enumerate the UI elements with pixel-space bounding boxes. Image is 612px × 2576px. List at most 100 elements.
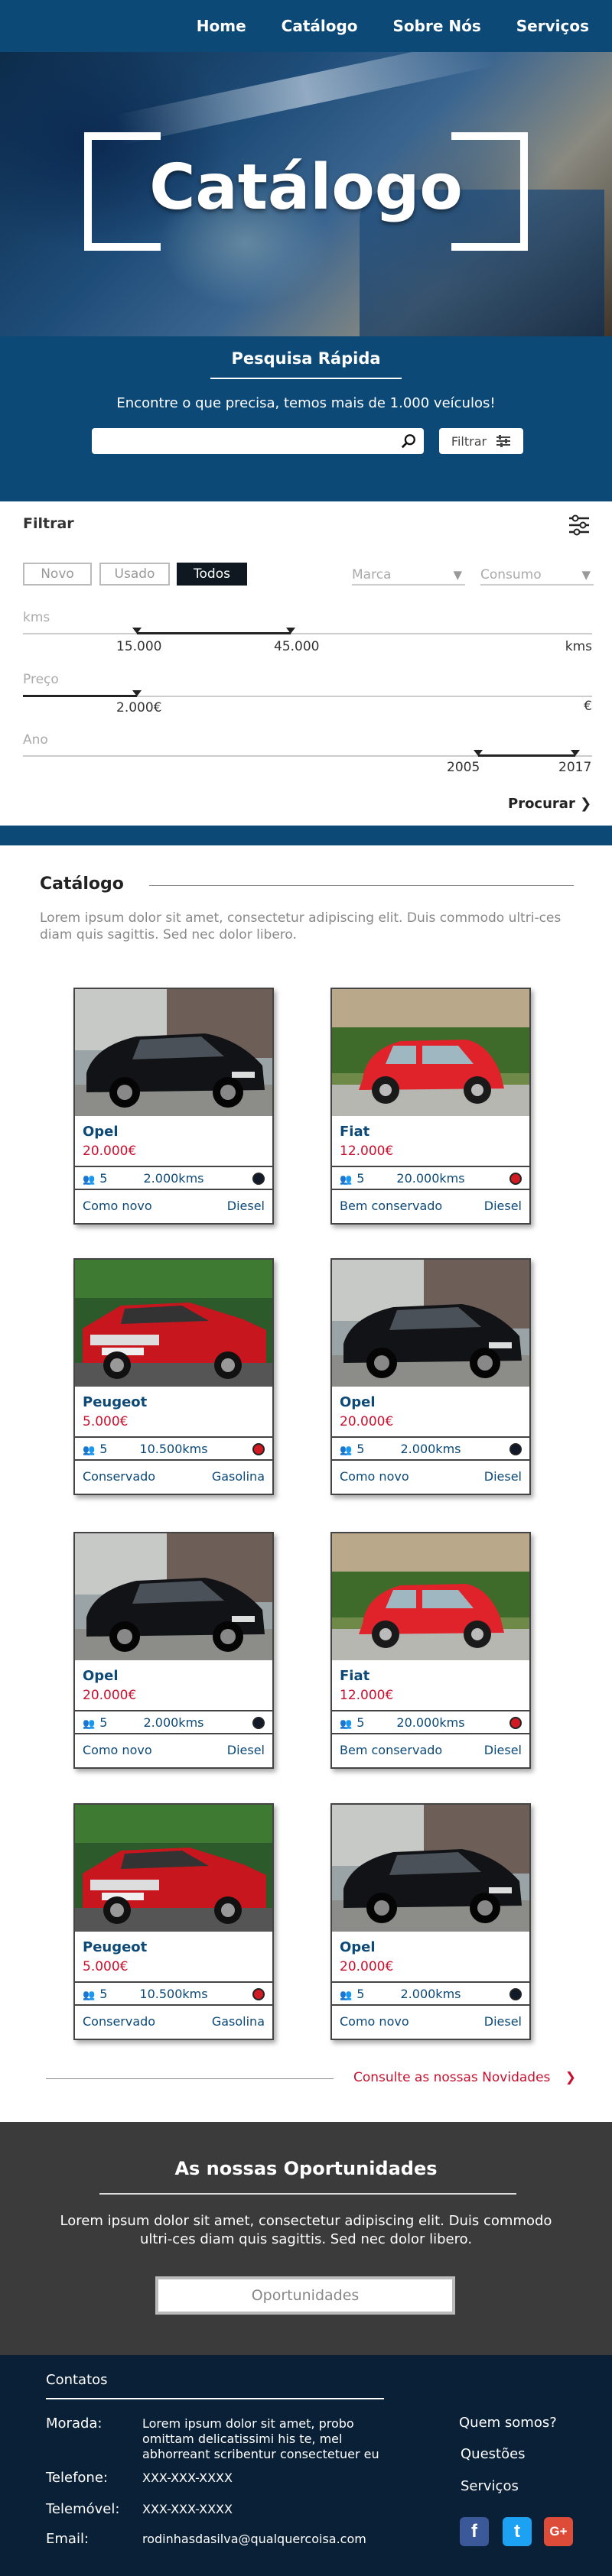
footer-link-servicos[interactable]: Serviços [461, 2478, 519, 2494]
kms-range-handle-max[interactable] [285, 628, 295, 634]
footer-link-quem-somos[interactable]: Quem somos? [459, 2415, 557, 2431]
telemovel-value: XXX-XXX-XXXX [142, 2502, 233, 2516]
quick-search-divider [210, 378, 402, 379]
car-fuel: Diesel [483, 1743, 522, 1757]
car-photo[interactable] [75, 1805, 272, 1932]
car-price: 12.000€ [340, 1688, 394, 1703]
consumo-dropdown-label: Consumo [480, 567, 542, 582]
car-color-swatch [509, 1173, 522, 1185]
ano-range-fill [478, 754, 575, 757]
car-fuel: Diesel [226, 1199, 265, 1213]
google-plus-icon[interactable]: G+ [544, 2517, 573, 2546]
search-icon[interactable] [400, 433, 417, 449]
car-photo[interactable] [75, 1533, 272, 1660]
segment-todos[interactable]: Todos [177, 563, 247, 586]
car-specs: 👥 5 10.500kms [75, 1981, 272, 2006]
nav-catalogo[interactable]: Catálogo [282, 17, 358, 35]
preco-range-label: Preço [23, 672, 59, 687]
novidades-link[interactable]: Consulte as nossas Novidades ❯ [353, 2070, 576, 2085]
quick-filter-label: Filtrar [451, 433, 487, 449]
car-kms: 10.500kms [139, 1987, 208, 2001]
car-fuel: Diesel [483, 2014, 522, 2029]
ano-range-max-value: 2017 [558, 760, 592, 775]
car-photo[interactable] [332, 1260, 529, 1387]
car-brand: Fiat [340, 1124, 370, 1140]
car-photo[interactable] [75, 1260, 272, 1387]
twitter-icon[interactable]: t [503, 2517, 532, 2546]
car-photo[interactable] [332, 989, 529, 1116]
car-price: 20.000€ [83, 1688, 137, 1703]
car-price: 5.000€ [83, 1959, 129, 1974]
car-color-swatch [252, 1173, 265, 1185]
ano-range-handle-min[interactable] [474, 750, 483, 756]
car-photo[interactable] [332, 1533, 529, 1660]
kms-range-label: kms [23, 610, 50, 625]
nav-servicos[interactable]: Serviços [516, 17, 589, 35]
car-fuel: Gasolina [211, 2014, 265, 2029]
quick-filter-button[interactable]: Filtrar [439, 428, 523, 454]
car-card[interactable]: Fiat 12.000€ 👥 5 20.000kms Bem conservado Dies… [330, 988, 531, 1225]
kms-range-handle-min[interactable] [132, 628, 142, 634]
nav-home[interactable]: Home [197, 17, 246, 35]
sliders-toggle-icon[interactable] [568, 514, 591, 537]
chevron-down-icon: ▼ [581, 568, 591, 582]
facebook-icon[interactable]: f [460, 2517, 489, 2546]
car-brand: Peugeot [83, 1394, 148, 1410]
top-nav: Home Catálogo Sobre Nós Serviços [0, 0, 612, 52]
car-specs: 👥 5 20.000kms [332, 1710, 529, 1734]
car-price: 20.000€ [340, 1959, 394, 1974]
opportunities-button[interactable]: Oportunidades [155, 2276, 455, 2315]
preco-range-value: 2.000€ [116, 700, 162, 715]
preco-range-unit: € [584, 699, 592, 714]
kms-range-track[interactable] [23, 633, 592, 634]
car-price: 12.000€ [340, 1144, 394, 1159]
catalog-title-divider [149, 885, 574, 886]
ano-range-label: Ano [23, 732, 48, 748]
car-card[interactable]: Opel 20.000€ 👥 5 2.000kms Como novo Diesel [330, 1258, 531, 1495]
preco-range-handle[interactable] [132, 690, 142, 696]
marca-dropdown-label: Marca [352, 567, 392, 582]
car-card[interactable]: Opel 20.000€ 👥 5 2.000kms Como novo Diesel [73, 988, 274, 1225]
footer: Contatos Morada: Lorem ipsum dolor sit a… [0, 2355, 612, 2576]
chevron-right-icon: ❯ [565, 2070, 577, 2085]
car-card[interactable]: Peugeot 5.000€ 👥 5 10.500kms Conservado Gasoli… [73, 1258, 274, 1495]
car-condition: Conservado [83, 2014, 156, 2029]
marca-dropdown[interactable]: Marca ▼ [352, 566, 465, 586]
car-photo[interactable] [75, 989, 272, 1116]
email-value[interactable]: rodinhasdasilva@qualquercoisa.com [142, 2532, 366, 2547]
footer-link-questoes[interactable]: Questões [461, 2446, 526, 2462]
consumo-dropdown[interactable]: Consumo ▼ [480, 566, 594, 586]
car-brand: Opel [340, 1394, 376, 1410]
telefone-value: XXX-XXX-XXXX [142, 2471, 233, 2485]
car-specs: 👥 5 20.000kms [332, 1166, 529, 1190]
car-condition: Bem conservado [340, 1199, 443, 1213]
car-specs: 👥 5 2.000kms [75, 1166, 272, 1190]
car-card[interactable]: Opel 20.000€ 👥 5 2.000kms Como novo Diesel [73, 1532, 274, 1769]
car-specs: 👥 5 2.000kms [332, 1981, 529, 2006]
quick-search-input[interactable] [92, 428, 424, 454]
car-condition: Bem conservado [340, 1743, 443, 1757]
opportunities-section: As nossas Oportunidades Lorem ipsum dolo… [0, 2122, 612, 2355]
novidades-divider [46, 2078, 334, 2079]
car-card[interactable]: Fiat 12.000€ 👥 5 20.000kms Bem conservado Dies… [330, 1532, 531, 1769]
chevron-down-icon: ▼ [453, 568, 462, 582]
procurar-button[interactable]: Procurar ❯ [508, 796, 591, 812]
contacts-title: Contatos [46, 2372, 108, 2388]
segment-novo[interactable]: Novo [23, 563, 92, 586]
car-photo[interactable] [332, 1805, 529, 1932]
car-card[interactable]: Peugeot 5.000€ 👥 5 10.500kms Conservado Gasoli… [73, 1803, 274, 2040]
ano-range-handle-max[interactable] [570, 750, 580, 756]
novidades-link-label: Consulte as nossas Novidades [353, 2070, 551, 2085]
car-color-swatch [252, 1717, 265, 1729]
kms-range-unit: kms [565, 639, 592, 654]
nav-sobre-nos[interactable]: Sobre Nós [393, 17, 481, 35]
car-brand: Opel [83, 1124, 119, 1140]
car-kms: 10.500kms [139, 1442, 208, 1456]
segment-usado[interactable]: Usado [99, 563, 170, 586]
opportunities-title: As nossas Oportunidades [174, 2158, 438, 2179]
car-color-swatch [509, 1443, 522, 1455]
car-condition: Como novo [340, 1469, 409, 1484]
quick-search: Pesquisa Rápida Encontre o que precisa, … [0, 336, 612, 501]
quick-search-title: Pesquisa Rápida [231, 349, 381, 368]
car-card[interactable]: Opel 20.000€ 👥 5 2.000kms Como novo Diesel [330, 1803, 531, 2040]
